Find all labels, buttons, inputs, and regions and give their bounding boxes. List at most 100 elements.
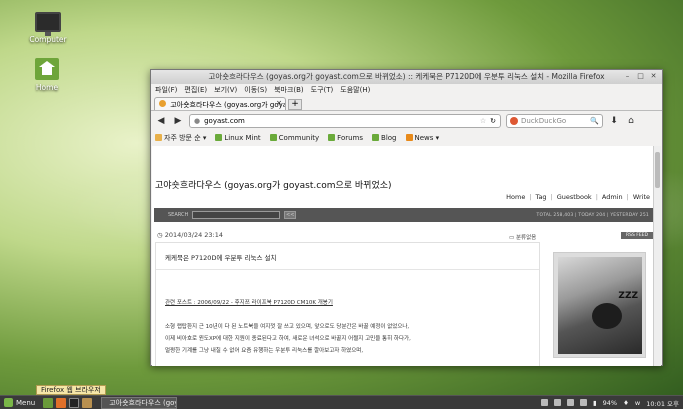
bookmark-label: 자주 방문 순 ▾	[164, 133, 207, 142]
tab-close-icon[interactable]: ×	[276, 99, 282, 107]
firefox-launcher-icon[interactable]	[56, 397, 67, 408]
related-post-link[interactable]: 관련 포스트 : 2006/09/22 - 후지쯔 라이프북 P7120D CM…	[165, 298, 333, 306]
nav-admin[interactable]: Admin	[602, 193, 623, 201]
minimize-icon[interactable]: –	[623, 72, 632, 81]
update-icon[interactable]	[541, 399, 549, 406]
reload-icon[interactable]: ↻	[490, 117, 496, 125]
home-icon[interactable]: ⌂	[625, 116, 637, 126]
bookmark-most-visited[interactable]: 자주 방문 순 ▾	[155, 133, 206, 143]
divider	[156, 269, 539, 270]
post-category-text: 분류없음	[515, 235, 537, 241]
bluetooth-icon[interactable]	[554, 399, 562, 406]
navigation-bar: ◀ ▶ ● goyast.com ☆ ↻ DuckDuckGo 🔍 ⬇ ⌂	[151, 110, 662, 130]
show-desktop-icon[interactable]	[43, 397, 54, 408]
battery-level: 94%	[602, 398, 618, 407]
nav-tag[interactable]: Tag	[536, 193, 547, 201]
download-icon[interactable]: ⬇	[608, 116, 620, 126]
bookmark-label: Blog	[381, 133, 397, 142]
profile-photo: ZZZ	[553, 252, 646, 358]
forward-icon[interactable]: ▶	[172, 116, 184, 126]
blog-search-strip: SEARCH << TOTAL 258,403 | TODAY 204 | YE…	[154, 208, 655, 222]
menu-label: Menu	[16, 398, 36, 407]
terminal-launcher-icon[interactable]	[69, 397, 80, 408]
post-box: 케케묵은 P7120D에 우분투 리눅스 설치 관련 포스트 : 2006/09…	[155, 242, 540, 366]
tab-bar: 고아숏흐라다우스 (goyas.org가 goyast... × +	[151, 96, 662, 110]
desktop-icon-label: Computer	[29, 35, 67, 44]
battery-icon[interactable]: ▮	[593, 399, 597, 407]
bookmark-linux-mint[interactable]: Linux Mint	[215, 133, 261, 142]
close-icon[interactable]: ✕	[649, 72, 658, 81]
blog-search-input[interactable]	[192, 211, 281, 219]
nav-home[interactable]: Home	[506, 193, 525, 201]
nav-guestbook[interactable]: Guestbook	[557, 193, 592, 201]
browser-tab[interactable]: 고아숏흐라다우스 (goyas.org가 goyast... ×	[154, 97, 286, 110]
post-paragraph-line: 이제 비아호로 윈도XP에 대한 지원이 종료된다고 하여, 새로운 녀석으로 …	[165, 336, 411, 342]
window-title: 고아숏흐라다우스 (goyas.org가 goyast.com으로 바뀌었소) …	[208, 72, 605, 81]
menu-edit[interactable]: 편집(E)	[184, 84, 207, 96]
duckduckgo-icon	[510, 116, 518, 125]
bookmark-label: Linux Mint	[224, 133, 261, 142]
post-date-text: 2014/03/24 23:14	[164, 231, 224, 239]
mint-logo-icon	[4, 398, 13, 407]
scrollbar-thumb[interactable]	[655, 152, 660, 188]
bookmark-label: Forums	[337, 133, 364, 142]
page-scrollbar[interactable]	[653, 146, 661, 366]
post-title[interactable]: 케케묵은 P7120D에 우분투 리눅스 설치	[165, 252, 276, 262]
post-category[interactable]: ▭ 분류없음	[509, 233, 536, 241]
photo-image: ZZZ	[558, 257, 642, 354]
post-paragraph-line: 소형 랩탑환지 근 10년이 다 된 노트북을 여지껏 잘 쓰고 있으며, 앞으…	[165, 324, 410, 330]
folder-icon	[155, 134, 162, 141]
menu-bar: 파일(F) 편집(E) 보기(V) 이동(S) 북마크(B) 도구(T) 도움말…	[151, 84, 662, 96]
clock[interactable]: 10:01 오후	[646, 398, 679, 408]
menu-tools[interactable]: 도구(T)	[311, 84, 334, 96]
files-launcher-icon[interactable]	[82, 397, 93, 408]
taskbar-window-firefox[interactable]: 고아숏흐라다우스 (goy	[101, 396, 178, 409]
bookmarks-toolbar: 자주 방문 순 ▾ Linux Mint Community Forums Bl…	[151, 130, 662, 145]
post-date: ◷ 2014/03/24 23:14	[157, 231, 223, 239]
maximize-icon[interactable]: □	[636, 72, 645, 81]
back-icon[interactable]: ◀	[155, 116, 167, 126]
nav-write[interactable]: Write	[633, 193, 650, 201]
photo-person	[592, 303, 622, 329]
menu-bookmarks[interactable]: 북마크(B)	[274, 84, 304, 96]
bookmark-star-icon[interactable]: ☆	[480, 117, 486, 125]
site-title[interactable]: 고야숏흐라다우스 (goyas.org가 goyast.com으로 바뀌었소)	[155, 178, 392, 191]
bookmark-blog[interactable]: Blog	[372, 133, 397, 142]
search-icon[interactable]: 🔍	[590, 117, 599, 125]
mint-favicon-icon	[269, 134, 277, 141]
page-content: 고야숏흐라다우스 (goyas.org가 goyast.com으로 바뀌었소) …	[152, 146, 655, 366]
network-icon[interactable]	[567, 399, 575, 406]
system-tray: ▮ 94% ♦ w 10:01 오후	[541, 398, 683, 408]
new-tab-button[interactable]: +	[288, 99, 302, 110]
menu-help[interactable]: 도움말(H)	[340, 84, 370, 96]
bookmark-community[interactable]: Community	[269, 134, 319, 142]
mint-favicon-icon	[372, 134, 380, 141]
tab-favicon	[159, 100, 166, 107]
taskbar: Menu 고아숏흐라다우스 (goy ▮ 94% ♦ w 10:01 오후	[0, 395, 683, 409]
clock-icon: ◷	[157, 231, 163, 239]
desktop-icon-home[interactable]: Home	[17, 58, 77, 92]
menu-history[interactable]: 이동(S)	[244, 84, 267, 96]
menu-file[interactable]: 파일(F)	[155, 84, 177, 96]
tab-label: 고아숏흐라다우스 (goyas.org가 goyast...	[170, 101, 286, 109]
volume-icon[interactable]	[580, 399, 588, 406]
search-bar[interactable]: DuckDuckGo 🔍	[506, 113, 603, 128]
window-titlebar[interactable]: 고아숏흐라다우스 (goyas.org가 goyast.com으로 바뀌었소) …	[151, 70, 662, 84]
start-menu-button[interactable]: Menu	[0, 396, 43, 409]
bookmark-forums[interactable]: Forums	[328, 134, 363, 142]
search-label: SEARCH	[168, 212, 189, 218]
shield-icon[interactable]: ♦	[623, 399, 629, 407]
search-placeholder: DuckDuckGo	[521, 116, 567, 125]
photo-zzz-text: ZZZ	[618, 291, 638, 301]
bookmark-news[interactable]: News ▾	[405, 134, 439, 142]
folder-icon: ▭	[509, 235, 515, 241]
wifi-icon[interactable]: w	[635, 399, 640, 407]
desktop-icon-computer[interactable]: Computer	[18, 12, 78, 44]
mint-favicon-icon	[328, 134, 336, 141]
url-bar[interactable]: ● goyast.com ☆ ↻	[189, 113, 501, 128]
rss-feed-badge[interactable]: RSS FEED	[621, 232, 653, 239]
blog-search-button[interactable]: <<	[284, 211, 297, 219]
home-folder-icon	[35, 58, 59, 80]
url-text: goyast.com	[204, 116, 245, 125]
menu-view[interactable]: 보기(V)	[214, 84, 237, 96]
